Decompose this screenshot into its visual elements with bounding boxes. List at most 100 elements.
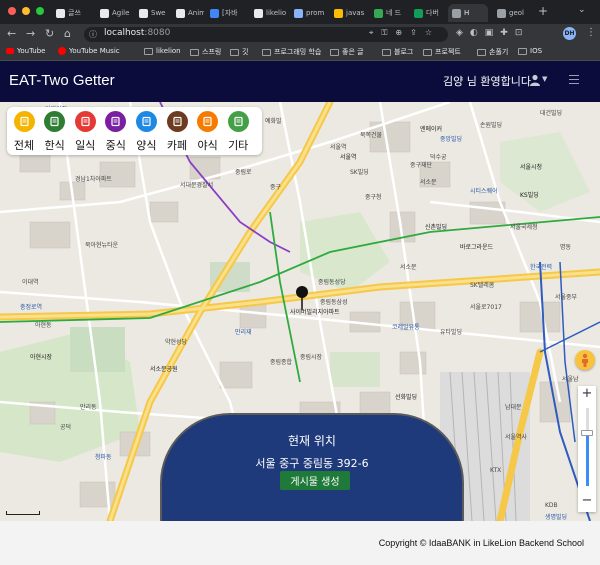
bookmark-item[interactable]: YouTube <box>6 47 45 55</box>
profile-avatar[interactable]: DH <box>563 27 576 40</box>
category-item[interactable]: 기타 <box>225 111 251 153</box>
map-place-label[interactable]: 중구 <box>270 182 281 191</box>
map-place-label[interactable]: 청파동 <box>95 452 112 461</box>
etc-icon[interactable] <box>227 111 249 132</box>
map-place-label[interactable]: 경남1차아파트 <box>75 174 112 183</box>
map-place-label[interactable]: 만리동 <box>80 402 97 411</box>
map-place-label[interactable]: 선화빌딩 <box>395 392 417 401</box>
map-place-label[interactable]: 서울국세청 <box>510 222 538 231</box>
browser-tab[interactable]: 네 드 <box>370 4 406 22</box>
category-item[interactable]: 양식 <box>133 111 159 153</box>
back-icon[interactable]: ← <box>7 27 16 40</box>
bookmark-item[interactable]: 스프링 <box>190 47 221 57</box>
map-place-label[interactable]: 충정로역 <box>20 302 42 311</box>
cafe-icon[interactable] <box>166 111 188 132</box>
bookmark-item[interactable]: 손풀기 <box>477 47 508 57</box>
map-place-label[interactable]: 중림동성당 <box>318 277 346 286</box>
omnibox-action-icons[interactable]: ⌖⚿⊕⇪☆ <box>369 28 440 38</box>
chevron-down-icon[interactable]: ▼ <box>542 75 547 83</box>
map-place-label[interactable]: KS빌딩 <box>520 190 539 199</box>
japanese-food-icon[interactable] <box>74 111 96 132</box>
roadview-icon[interactable] <box>575 350 595 370</box>
map-place-label[interactable]: 서대문경찰서 <box>180 180 213 189</box>
chinese-food-icon[interactable] <box>105 111 127 132</box>
map-place-label[interactable]: SK빌딩 <box>350 167 369 176</box>
brand-title[interactable]: EAT-Two Getter <box>9 72 115 89</box>
map-place-label[interactable]: 손원빌딩 <box>480 120 502 129</box>
browser-tab[interactable]: 글쓰 <box>52 4 92 22</box>
tab-search-icon[interactable]: ⌄ <box>578 5 586 15</box>
new-tab-icon[interactable]: + <box>538 4 548 18</box>
forward-icon[interactable]: → <box>26 27 35 40</box>
browser-tab[interactable]: Agile <box>96 4 132 22</box>
western-food-icon[interactable] <box>135 111 157 132</box>
map-place-label[interactable]: 중림종합 <box>270 357 292 366</box>
map-place-label[interactable]: 덕수궁 <box>430 152 447 161</box>
map-place-label[interactable]: 서울남 <box>562 374 579 383</box>
map-place-label[interactable]: 서울역 <box>330 142 347 151</box>
browser-tab[interactable]: geol <box>493 4 533 22</box>
map-place-label[interactable]: 서울역 <box>340 152 357 161</box>
fullscreen-window-icon[interactable] <box>36 7 44 15</box>
map-place-label[interactable]: 북아현뉴타운 <box>85 240 118 249</box>
map-place-label[interactable]: 북쪽건물 <box>360 130 382 139</box>
browser-menu-icon[interactable]: ⋮ <box>586 27 596 38</box>
map-place-label[interactable]: 중앙빌딩 <box>440 134 462 143</box>
map-place-label[interactable]: 이대역 <box>22 277 39 286</box>
category-item[interactable]: 전체 <box>11 111 37 153</box>
browser-tab[interactable]: Anim <box>172 4 204 22</box>
extension-icons[interactable]: ◈◐▣✚⊡ <box>456 28 529 38</box>
map-place-label[interactable]: 사이버빌리지아파트 <box>290 307 340 316</box>
map-place-label[interactable]: 아현동 <box>35 320 52 329</box>
bookmark-item[interactable]: IOS <box>518 47 542 55</box>
map-place-label[interactable]: 한국전력 <box>530 262 552 271</box>
category-item[interactable]: 한식 <box>42 111 68 153</box>
bookmark-item[interactable]: 블로그 <box>382 47 413 57</box>
map-place-label[interactable]: KTX <box>490 467 501 474</box>
map-place-label[interactable]: 대건빌딩 <box>540 108 562 117</box>
map-place-label[interactable]: 서소문공원 <box>150 364 178 373</box>
map-place-label[interactable]: 공덕 <box>60 422 71 431</box>
user-icon[interactable] <box>529 74 541 86</box>
browser-tab[interactable]: H <box>448 4 488 22</box>
category-item[interactable]: 카페 <box>164 111 190 153</box>
map-place-label[interactable]: 아현시장 <box>30 352 52 361</box>
map-place-label[interactable]: 서울역사 <box>505 432 527 441</box>
reload-icon[interactable]: ↻ <box>45 27 54 40</box>
map-place-label[interactable]: 예화빌 <box>265 116 282 125</box>
info-icon[interactable]: ⓘ <box>89 29 97 40</box>
address-bar[interactable]: ⓘ localhost:8080 ⌖⚿⊕⇪☆ <box>84 27 448 42</box>
bookmark-item[interactable]: YouTube Music <box>58 47 120 55</box>
map-place-label[interactable]: 중구재단 <box>410 160 432 169</box>
map-place-label[interactable]: 중구청 <box>365 192 382 201</box>
map-place-label[interactable]: 서울중부 <box>555 292 577 301</box>
map-place-label[interactable]: 생명빌딩 <box>545 512 567 521</box>
browser-tab[interactable]: javas <box>330 4 366 22</box>
zoom-slider-handle[interactable] <box>581 430 593 436</box>
map-place-label[interactable]: 코레일유통 <box>392 322 420 331</box>
map-place-label[interactable]: 시티스퀘어 <box>470 186 498 195</box>
browser-tab[interactable]: prom <box>290 4 326 22</box>
browser-tab[interactable]: likelio <box>250 4 288 22</box>
map-place-label[interactable]: 바로그라운드 <box>460 242 493 251</box>
late-night-food-icon[interactable] <box>197 111 219 132</box>
map-place-label[interactable]: 서소문 <box>400 262 417 271</box>
all-icon[interactable] <box>13 111 35 132</box>
map-place-label[interactable]: 서울시청 <box>520 162 542 171</box>
category-item[interactable]: 일식 <box>72 111 98 153</box>
map-place-label[interactable]: KDB <box>545 502 558 509</box>
zoom-out-icon[interactable]: − <box>578 493 596 508</box>
map-place-label[interactable]: 남대문 <box>505 402 522 411</box>
map-place-label[interactable]: SK텔레콤 <box>470 280 494 289</box>
zoom-in-icon[interactable]: + <box>578 386 596 401</box>
map-place-label[interactable]: 서소문 <box>420 177 437 186</box>
map-place-label[interactable]: 중림동삼성 <box>320 297 348 306</box>
bookmark-item[interactable]: 깃 <box>230 47 248 57</box>
browser-tab[interactable]: 다버 <box>410 4 444 22</box>
bookmark-item[interactable]: 프로그래밍 학습 <box>262 47 321 57</box>
map-place-label[interactable]: 중림로 <box>235 167 252 176</box>
home-icon[interactable]: ⌂ <box>64 27 71 40</box>
create-post-button[interactable]: 게시물 생성 <box>280 471 350 490</box>
category-item[interactable]: 중식 <box>103 111 129 153</box>
map-place-label[interactable]: 신촌빌딩 <box>425 222 447 231</box>
